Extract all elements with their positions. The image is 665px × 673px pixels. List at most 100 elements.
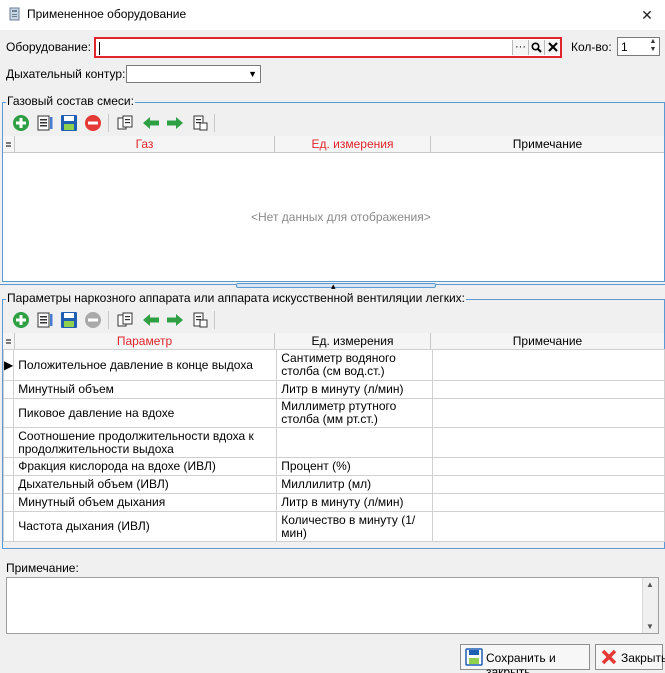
params-table: ▶ Положительное давление в конце выдоха … [2,349,665,542]
params-grid-header: ≣ Параметр Ед. измерения Примечание [3,333,664,350]
params-column-unit[interactable]: Ед. измерения [275,333,431,350]
unit-cell[interactable]: Литр в минуту (л/мин) [276,380,434,399]
scroll-up-icon[interactable]: ▲ [643,580,657,589]
unit-cell[interactable]: Миллиметр ртутного столба (мм рт.ст.) [276,398,434,428]
clear-button[interactable] [544,40,560,55]
equipment-input[interactable]: ··· [94,37,562,58]
params-column-note[interactable]: Примечание [431,333,664,350]
quantity-label: Кол-во: [571,40,612,54]
paste-icon[interactable] [191,311,209,329]
arrow-right-icon[interactable] [166,311,184,329]
save-close-icon [465,648,483,666]
param-cell[interactable]: Положительное давление в конце выдоха [13,349,278,381]
ellipsis-button[interactable]: ··· [512,40,528,55]
param-cell[interactable]: Частота дыхания (ИВЛ) [13,511,278,542]
gas-grid-header: ≣ Газ Ед. измерения Примечание [3,136,664,153]
unit-cell[interactable] [276,427,434,458]
gas-column-note[interactable]: Примечание [431,136,664,153]
gas-column-unit[interactable]: Ед. измерения [275,136,431,153]
unit-cell[interactable]: Миллилитр (мл) [276,475,434,494]
unit-cell[interactable]: Сантиметр водяного столба (см вод.ст.) [276,349,434,381]
save-icon[interactable] [60,114,78,132]
close-icon [601,649,617,665]
gas-section-title: Газовый состав смеси: [6,94,135,108]
delete-icon-disabled[interactable] [84,311,102,329]
table-row[interactable]: Пиковое давление на вдохе Миллиметр ртут… [2,398,665,428]
toolbar-separator [214,311,215,329]
edit-icon[interactable] [36,114,54,132]
close-label: Закрыть [621,651,665,665]
notes-label: Примечание: [6,561,79,575]
note-cell[interactable] [432,398,665,428]
save-and-close-button[interactable]: Сохранить и закрыть [460,644,590,673]
gas-column-gas[interactable]: Газ [15,136,275,153]
app-icon [9,7,20,21]
table-row[interactable]: Соотношение продолжительности вдоха к пр… [2,427,665,458]
arrow-right-icon[interactable] [166,114,184,132]
note-cell[interactable] [432,511,665,542]
param-cell[interactable]: Пиковое давление на вдохе [13,398,278,428]
arrow-left-icon[interactable] [142,114,160,132]
table-row[interactable]: Частота дыхания (ИВЛ) Количество в минут… [2,511,665,542]
gas-toolbar [3,111,663,135]
row-pointer-icon: ▶ [2,349,15,381]
column-chooser-icon[interactable]: ≣ [3,136,15,153]
add-icon[interactable] [12,114,30,132]
toolbar-separator [108,114,109,132]
note-cell[interactable] [432,475,665,494]
toolbar-separator [108,311,109,329]
table-row[interactable]: Минутный объем Литр в минуту (л/мин) [2,380,665,399]
arrow-left-icon[interactable] [142,311,160,329]
paste-icon[interactable] [191,114,209,132]
unit-cell[interactable]: Процент (%) [276,457,434,476]
copy-icon[interactable] [116,114,134,132]
scroll-down-icon[interactable]: ▼ [643,622,657,631]
param-cell[interactable]: Минутный объем дыхания [13,493,278,512]
param-cell[interactable]: Соотношение продолжительности вдоха к пр… [13,427,278,458]
close-button[interactable]: Закрыть [595,644,665,670]
edit-icon[interactable] [36,311,54,329]
save-icon[interactable] [60,311,78,329]
ellipsis-icon[interactable]: ··· [515,41,526,53]
empty-message: <Нет данных для отображения> [251,210,431,224]
note-cell[interactable] [432,349,665,381]
title-bar: Примененное оборудование ✕ [0,0,665,30]
notes-scrollbar[interactable]: ▲ ▼ [642,578,658,633]
toolbar-separator [214,114,215,132]
param-cell[interactable]: Фракция кислорода на вдохе (ИВЛ) [13,457,278,476]
column-chooser-icon[interactable]: ≣ [3,333,15,350]
param-cell[interactable]: Дыхательный объем (ИВЛ) [13,475,278,494]
note-cell[interactable] [432,380,665,399]
notes-textarea[interactable]: ▲ ▼ [6,577,659,634]
close-icon[interactable]: ✕ [641,7,653,23]
note-cell[interactable] [432,427,665,458]
table-row[interactable]: Фракция кислорода на вдохе (ИВЛ) Процент… [2,457,665,476]
chevron-down-icon[interactable]: ▼ [248,69,257,79]
table-row[interactable]: ▶ Положительное давление в конце выдоха … [2,349,665,381]
note-cell[interactable] [432,457,665,476]
param-cell[interactable]: Минутный объем [13,380,278,399]
quantity-stepper[interactable]: 1 ▲ ▼ [617,37,660,56]
search-icon[interactable] [531,42,542,53]
equipment-label: Оборудование: [6,40,91,54]
params-column-param[interactable]: Параметр [15,333,275,350]
clear-icon[interactable] [547,42,558,52]
delete-icon[interactable] [84,114,102,132]
quantity-value: 1 [621,40,628,54]
search-button[interactable] [528,40,544,55]
table-row[interactable]: Дыхательный объем (ИВЛ) Миллилитр (мл) [2,475,665,494]
copy-icon[interactable] [116,311,134,329]
breathing-contour-select[interactable]: ▼ [126,65,261,83]
params-toolbar [3,308,663,332]
note-cell[interactable] [432,493,665,512]
text-cursor [99,42,100,55]
unit-cell[interactable]: Количество в минуту (1/мин) [276,511,434,542]
gas-grid-body[interactable]: <Нет данных для отображения> [3,153,664,281]
breathing-contour-label: Дыхательный контур: [6,67,126,81]
unit-cell[interactable]: Литр в минуту (л/мин) [276,493,434,512]
add-icon[interactable] [12,311,30,329]
stepper-arrows-icon[interactable]: ▲ ▼ [647,38,659,55]
table-row[interactable]: Минутный объем дыхания Литр в минуту (л/… [2,493,665,512]
splitter-handle[interactable] [236,283,436,288]
window-close-button[interactable]: ✕ [634,4,660,26]
